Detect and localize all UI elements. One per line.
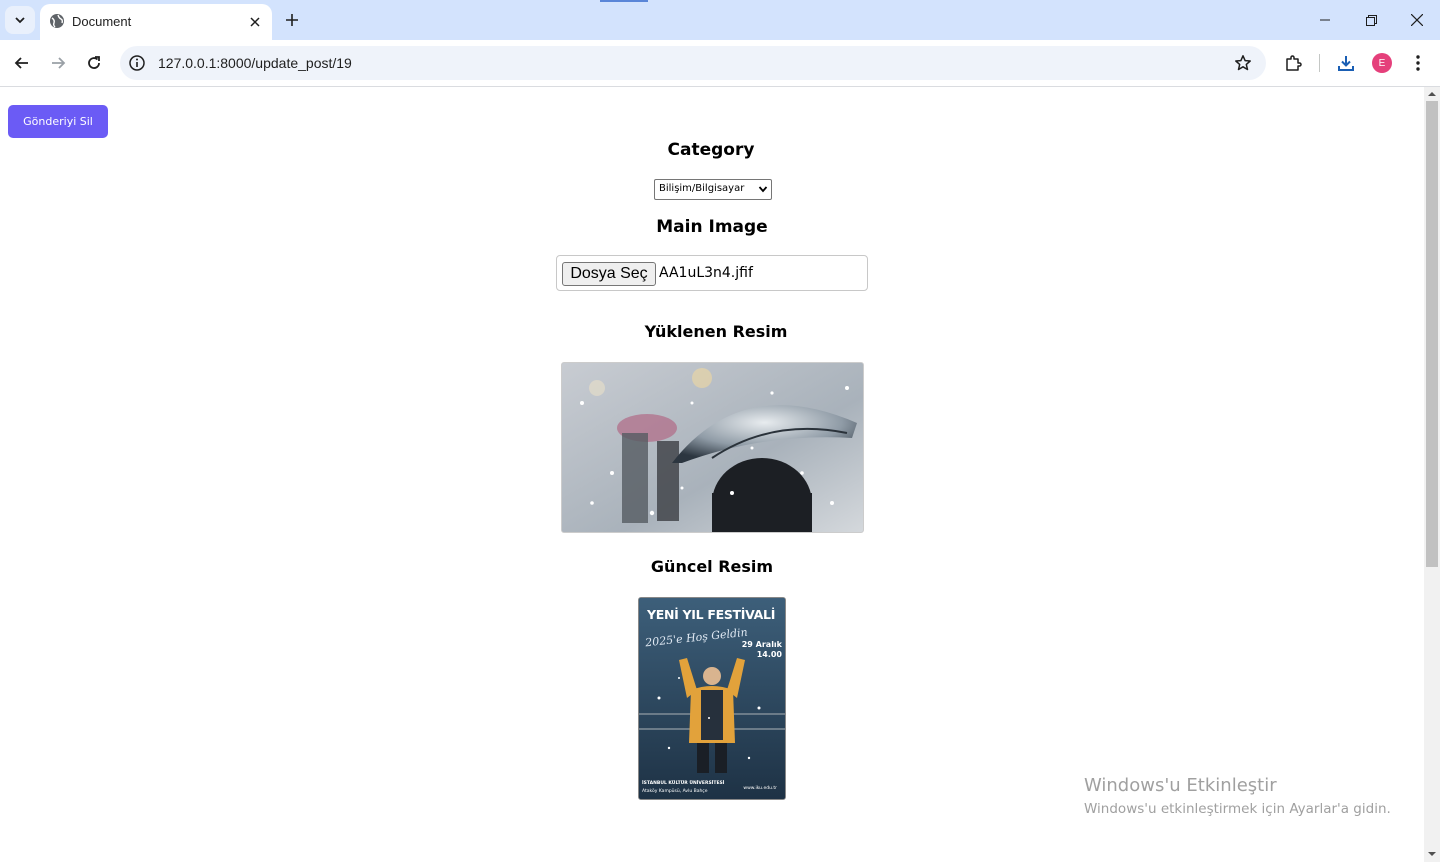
star-icon[interactable] xyxy=(1234,54,1252,72)
browser-toolbar: 127.0.0.1:8000/update_post/19 E xyxy=(0,40,1440,87)
uploaded-image xyxy=(561,362,864,533)
downloads-button[interactable] xyxy=(1334,51,1358,75)
poster-date: 29 Aralık 14.00 xyxy=(742,640,782,660)
profile-avatar[interactable]: E xyxy=(1372,53,1392,73)
arrow-left-icon xyxy=(14,57,28,69)
window-close-button[interactable] xyxy=(1394,0,1440,40)
back-button[interactable] xyxy=(10,51,34,75)
kebab-menu-icon xyxy=(1416,55,1420,71)
tab-close-button[interactable] xyxy=(245,12,265,32)
toolbar-separator xyxy=(1319,54,1320,72)
category-heading: Category xyxy=(667,140,755,160)
main-image-heading: Main Image xyxy=(656,217,768,237)
reload-button[interactable] xyxy=(82,51,106,75)
snow-umbrella-photo xyxy=(562,363,863,532)
tab-strip: Document xyxy=(0,0,1440,40)
tab-title: Document xyxy=(72,14,132,29)
address-bar[interactable]: 127.0.0.1:8000/update_post/19 xyxy=(120,46,1266,80)
poster-time-line: 14.00 xyxy=(756,650,782,659)
tab-strip-accent xyxy=(600,0,648,2)
selected-file-name: AA1uL3n4.jfif xyxy=(659,265,753,281)
poster-footer-location: Ataköy Kampüsü, Avlu Bahçe xyxy=(642,789,708,794)
festival-poster-background xyxy=(639,598,785,799)
current-image-heading: Güncel Resim xyxy=(650,557,774,576)
browser-menu-button[interactable] xyxy=(1406,51,1430,75)
poster-title: YENİ YIL FESTİVALİ xyxy=(647,607,776,622)
delete-post-button[interactable]: Gönderiyi Sil xyxy=(8,105,108,138)
extensions-button[interactable] xyxy=(1281,51,1305,75)
main-image-file-input[interactable]: Dosya Seç AA1uL3n4.jfif xyxy=(556,255,868,291)
restore-icon xyxy=(1365,14,1377,26)
scroll-down-arrow-icon[interactable] xyxy=(1428,850,1436,858)
chevron-down-icon xyxy=(15,17,25,24)
minimize-icon xyxy=(1320,19,1330,21)
close-icon xyxy=(1411,14,1423,26)
category-select[interactable]: Bilişim/Bilgisayar xyxy=(654,179,772,200)
reload-icon xyxy=(88,56,100,69)
scroll-up-arrow-icon[interactable] xyxy=(1428,90,1436,98)
poster-footer-university: İSTANBUL KÜLTÜR ÜNİVERSİTESİ xyxy=(642,781,725,786)
choose-file-button[interactable]: Dosya Seç xyxy=(562,262,656,286)
forward-button[interactable] xyxy=(46,51,70,75)
arrow-right-icon xyxy=(52,57,66,69)
new-tab-button[interactable] xyxy=(280,8,304,32)
browser-tab[interactable]: Document xyxy=(40,4,272,40)
url-text[interactable]: 127.0.0.1:8000/update_post/19 xyxy=(158,55,352,71)
current-image: YENİ YIL FESTİVALİ 2025'e Hoş Geldin 29 … xyxy=(638,597,786,800)
tab-search-button[interactable] xyxy=(5,6,35,34)
info-icon[interactable] xyxy=(128,54,146,72)
page-viewport: Gönderiyi Sil Category Bilişim/Bilgisaya… xyxy=(0,87,1424,862)
globe-icon xyxy=(50,14,64,28)
minimize-button[interactable] xyxy=(1302,0,1348,40)
poster-date-line: 29 Aralık xyxy=(741,640,782,649)
page-scrollbar[interactable] xyxy=(1424,87,1440,862)
category-selected-value: Bilişim/Bilgisayar xyxy=(659,183,745,194)
plus-icon xyxy=(286,14,298,26)
windows-activation-title: Windows'u Etkinleştir xyxy=(1084,775,1277,796)
poster-website: www.iku.edu.tr xyxy=(743,786,777,791)
download-icon xyxy=(1338,56,1354,71)
close-icon xyxy=(250,17,260,27)
windows-activation-subtitle: Windows'u etkinleştirmek için Ayarlar'a … xyxy=(1084,801,1391,817)
puzzle-icon xyxy=(1286,55,1302,71)
scrollbar-thumb[interactable] xyxy=(1426,101,1438,567)
restore-button[interactable] xyxy=(1348,0,1394,40)
uploaded-image-heading: Yüklenen Resim xyxy=(644,322,788,341)
chevron-down-icon xyxy=(758,186,768,193)
